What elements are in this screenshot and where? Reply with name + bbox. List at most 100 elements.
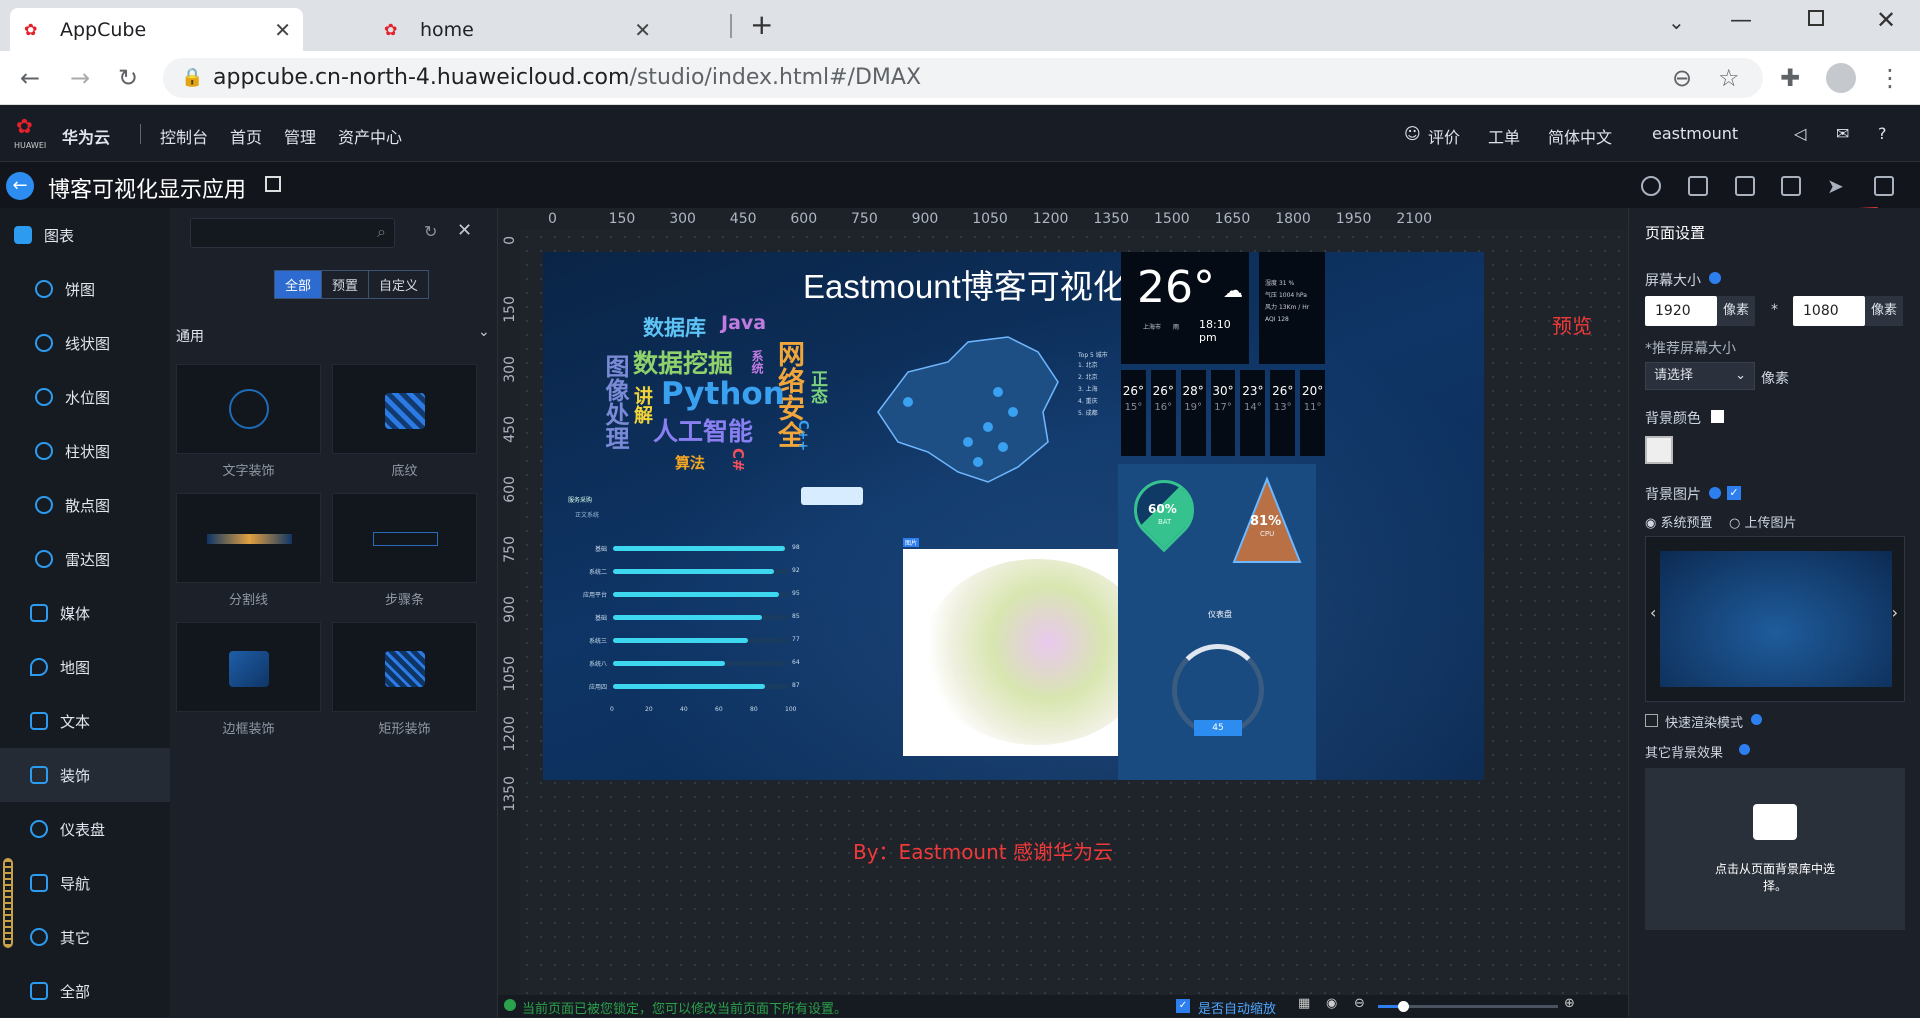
fast-render-checkbox[interactable]	[1645, 714, 1658, 727]
minimize-icon[interactable]: —	[1730, 8, 1752, 33]
comp-rect-decor[interactable]	[332, 622, 477, 712]
zoom-handle[interactable]	[1398, 1001, 1409, 1012]
nav-assets[interactable]: 资产中心	[338, 124, 402, 148]
info-icon[interactable]	[1751, 714, 1762, 725]
info-icon[interactable]	[1709, 272, 1721, 284]
bg-color-swatch[interactable]	[1711, 410, 1724, 423]
zoom-out-icon[interactable]: ⊖	[1354, 996, 1365, 1011]
huawei-logo-icon[interactable]: ✿	[16, 114, 33, 138]
sidebar-item-map[interactable]: 地图	[0, 640, 170, 694]
component-search-input[interactable]: ⌕	[190, 218, 395, 248]
info-icon[interactable]	[1709, 487, 1721, 499]
mail-icon[interactable]: ✉	[1836, 124, 1849, 143]
zoom-slider[interactable]	[1378, 1001, 1558, 1012]
eye-icon[interactable]: ◉	[1326, 996, 1337, 1011]
comp-pattern[interactable]	[332, 364, 477, 454]
filter-all[interactable]: 全部	[275, 271, 322, 298]
lock-icon[interactable]	[1688, 176, 1708, 196]
forward-icon[interactable]: →	[70, 64, 90, 92]
sidebar-item-text[interactable]: 文本	[0, 694, 170, 748]
sidebar-item-charts[interactable]: 图表	[0, 208, 170, 262]
dashboard-canvas[interactable]: Eastmount博客可视化应用 数据库 Java 数据挖掘 系统 网络安全 P…	[543, 252, 1484, 780]
color-picker[interactable]	[1645, 436, 1673, 464]
zoom-in-icon[interactable]: ⊕	[1564, 996, 1575, 1011]
restore-icon[interactable]	[1808, 10, 1824, 26]
filter-custom[interactable]: 自定义	[368, 271, 428, 298]
help-icon[interactable]: ?	[1878, 124, 1887, 143]
comp-steps[interactable]	[332, 493, 477, 583]
sidebar-item-media[interactable]: 媒体	[0, 586, 170, 640]
comp-label: 分割线	[228, 593, 268, 608]
sound-icon[interactable]: ◁	[1794, 124, 1806, 143]
feedback-link[interactable]: 评价	[1428, 124, 1460, 148]
sidebar-item-line[interactable]: 线状图	[0, 316, 170, 370]
scroll-banner	[801, 487, 863, 505]
sidebar-label: 地图	[60, 658, 91, 677]
sidebar-item-radar[interactable]: 雷达图	[0, 532, 170, 586]
bg-library-upload[interactable]: 点击从页面背景库中选择。	[1645, 768, 1905, 930]
refresh-icon[interactable]: ↻	[424, 222, 437, 241]
width-input[interactable]: 1920	[1645, 296, 1717, 326]
tab-search-icon[interactable]: ⌄	[1668, 10, 1685, 34]
word-cloud-word: 图像处理	[601, 354, 629, 450]
scroll-handle[interactable]	[3, 858, 13, 948]
preview-icon[interactable]	[1874, 176, 1894, 196]
nav-home[interactable]: 首页	[230, 124, 262, 148]
radio-system[interactable]: ◉ 系统预置	[1645, 512, 1713, 531]
brand-name[interactable]: 华为云	[62, 124, 110, 148]
sidebar-item-gauge[interactable]: 仪表盘	[0, 802, 170, 856]
settings-icon[interactable]	[1641, 176, 1661, 196]
user-menu[interactable]: eastmount	[1652, 124, 1738, 143]
screen-size-select[interactable]: 请选择 ⌄	[1645, 362, 1755, 390]
bg-carousel[interactable]: ‹ ›	[1645, 536, 1905, 702]
radio-upload[interactable]: ○ 上传图片	[1729, 512, 1797, 531]
auto-zoom-checkbox[interactable]: ✓	[1176, 999, 1190, 1013]
tab-home[interactable]: ✿ home ✕	[370, 8, 663, 51]
sidebar-item-pie[interactable]: 饼图	[0, 262, 170, 316]
save-icon[interactable]	[1781, 176, 1801, 196]
bg-image-checkbox[interactable]: ✓	[1727, 486, 1741, 500]
back-arrow-icon[interactable]: ←	[6, 172, 34, 200]
publish-icon[interactable]: ➤	[1827, 174, 1844, 198]
comp-label: 文字装饰	[222, 464, 275, 479]
close-tab-icon[interactable]: ✕	[634, 18, 651, 42]
new-tab-icon[interactable]: +	[750, 8, 773, 41]
profile-avatar[interactable]	[1826, 63, 1856, 93]
language-switch[interactable]: 简体中文	[1548, 124, 1612, 148]
comp-border-decor[interactable]	[176, 622, 321, 712]
comp-divider[interactable]	[176, 493, 321, 583]
back-icon[interactable]: ←	[20, 64, 40, 92]
unlock-icon[interactable]	[1735, 176, 1755, 196]
sidebar-item-other[interactable]: 其它	[0, 910, 170, 964]
grid-icon[interactable]: ▦	[1298, 996, 1310, 1011]
extensions-icon[interactable]: ✚	[1780, 64, 1800, 92]
comp-text-decor[interactable]	[176, 364, 321, 454]
smile-icon[interactable]: ☺	[1404, 124, 1421, 143]
chevron-down-icon[interactable]: ⌄	[478, 324, 490, 340]
ticket-link[interactable]: 工单	[1488, 124, 1520, 148]
sidebar-item-decor[interactable]: 装饰	[0, 748, 170, 802]
sidebar-item-bar[interactable]: 柱状图	[0, 424, 170, 478]
zoom-icon[interactable]: ⊖	[1672, 64, 1692, 92]
reload-icon[interactable]: ↻	[118, 64, 138, 92]
page-switch-icon[interactable]	[265, 176, 281, 192]
info-icon[interactable]	[1739, 744, 1750, 755]
url-field[interactable]: 🔒 appcube.cn-north-4.huaweicloud.com/stu…	[163, 58, 1763, 98]
sidebar-item-scatter[interactable]: 散点图	[0, 478, 170, 532]
carousel-prev-icon[interactable]: ‹	[1650, 603, 1656, 622]
close-window-icon[interactable]: ✕	[1876, 6, 1896, 34]
tab-appcube[interactable]: ✿ AppCube ✕	[10, 8, 303, 51]
sidebar-item-water[interactable]: 水位图	[0, 370, 170, 424]
forecast-day: 20° 11°	[1300, 370, 1326, 456]
height-input[interactable]: 1080	[1793, 296, 1865, 326]
close-panel-icon[interactable]: ✕	[457, 220, 472, 241]
close-tab-icon[interactable]: ✕	[274, 18, 291, 42]
sidebar-item-nav[interactable]: 导航	[0, 856, 170, 910]
nav-console[interactable]: 控制台	[160, 124, 208, 148]
filter-preset[interactable]: 预置	[321, 271, 368, 298]
bookmark-star-icon[interactable]: ☆	[1718, 64, 1740, 92]
carousel-next-icon[interactable]: ›	[1892, 603, 1898, 622]
sidebar-item-all[interactable]: 全部	[0, 964, 170, 1018]
menu-icon[interactable]: ⋮	[1878, 64, 1902, 92]
nav-manage[interactable]: 管理	[284, 124, 316, 148]
